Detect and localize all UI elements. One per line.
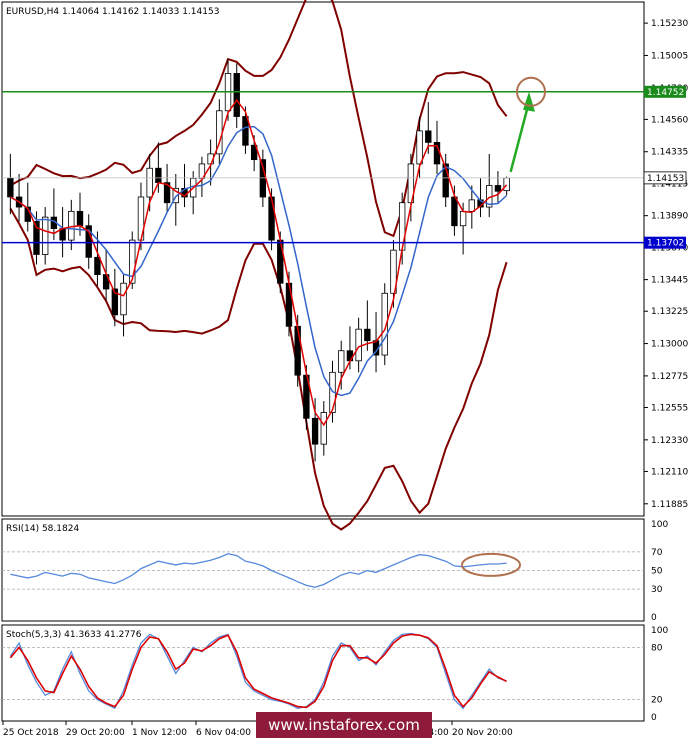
price-tick-label: 1.14335 xyxy=(651,148,688,158)
time-tick-label: 1 Nov 12:00 xyxy=(132,728,187,738)
stoch-label: Stoch(5,3,3) 41.3633 41.2776 xyxy=(6,630,142,640)
time-tick-label: 6 Nov 04:00 xyxy=(196,728,251,738)
candle-body xyxy=(425,130,432,143)
candle-body xyxy=(459,210,467,227)
candle-body xyxy=(94,256,101,275)
candle-body xyxy=(76,210,84,227)
candle-body xyxy=(451,196,458,227)
candle-body xyxy=(146,167,153,198)
stoch-tick-label: 0 xyxy=(651,713,657,723)
stoch-tick-label: 20 xyxy=(651,696,663,706)
watermark: www.instaforex.com xyxy=(256,712,432,738)
rsi-tick-label: 30 xyxy=(651,585,663,595)
price-tick-label: 1.15230 xyxy=(651,19,688,29)
candle-body xyxy=(503,177,510,192)
price-tick-label: 1.13000 xyxy=(651,340,688,350)
candle-body xyxy=(155,167,162,184)
rsi-tick-label: 70 xyxy=(651,548,663,558)
resistance-level-label: 1.14752 xyxy=(647,88,684,98)
candle-body xyxy=(364,328,371,342)
rsi-tick-label: 0 xyxy=(651,613,657,623)
rsi-tick-label: 100 xyxy=(651,520,668,530)
candle-body xyxy=(416,130,423,165)
candle-body xyxy=(320,412,327,445)
candle-body xyxy=(120,282,127,316)
candle-body xyxy=(494,185,502,192)
rsi-label: RSI(14) 58.1824 xyxy=(6,524,79,534)
time-tick-label: 25 Oct 2018 xyxy=(3,728,59,738)
stoch-tick-label: 100 xyxy=(651,626,668,636)
support-level-label: 1.13702 xyxy=(647,239,684,249)
candle-body xyxy=(355,328,362,362)
price-tick-label: 1.13890 xyxy=(651,212,688,222)
price-tick-label: 1.11885 xyxy=(651,500,688,510)
price-tick-label: 1.14560 xyxy=(651,115,688,125)
price-tick-label: 1.12775 xyxy=(651,372,688,382)
price-tick-label: 1.13225 xyxy=(651,307,688,317)
candle-body xyxy=(41,216,49,255)
chart-canvas: 1.152301.150051.147801.145601.143351.141… xyxy=(1,0,688,738)
candle-body xyxy=(294,325,301,376)
time-tick-label: 29 Oct 20:00 xyxy=(66,728,125,738)
candle-body xyxy=(468,199,476,212)
price-tick-label: 1.12555 xyxy=(651,404,688,414)
candle-body xyxy=(7,177,14,198)
candle-body xyxy=(311,417,319,445)
rsi-tick-label: 50 xyxy=(651,567,663,577)
symbol-header: EURUSD,H4 1.14064 1.14162 1.14033 1.1415… xyxy=(6,7,219,17)
chart: 1.152301.150051.147801.145601.143351.141… xyxy=(0,0,688,743)
price-tick-label: 1.12330 xyxy=(651,436,688,446)
watermark-text: www.instaforex.com xyxy=(268,716,420,734)
price-tick-label: 1.15005 xyxy=(651,51,688,61)
current-price-label: 1.14153 xyxy=(647,174,684,184)
stoch-tick-label: 80 xyxy=(651,643,663,653)
candle-body xyxy=(233,73,240,117)
price-tick-label: 1.13445 xyxy=(651,276,688,286)
rsi-panel xyxy=(1,518,645,622)
time-tick-label: 20 Nov 20:00 xyxy=(452,728,513,738)
price-tick-label: 1.12110 xyxy=(651,467,688,477)
candle-body xyxy=(338,350,345,373)
candle-body xyxy=(268,196,275,241)
